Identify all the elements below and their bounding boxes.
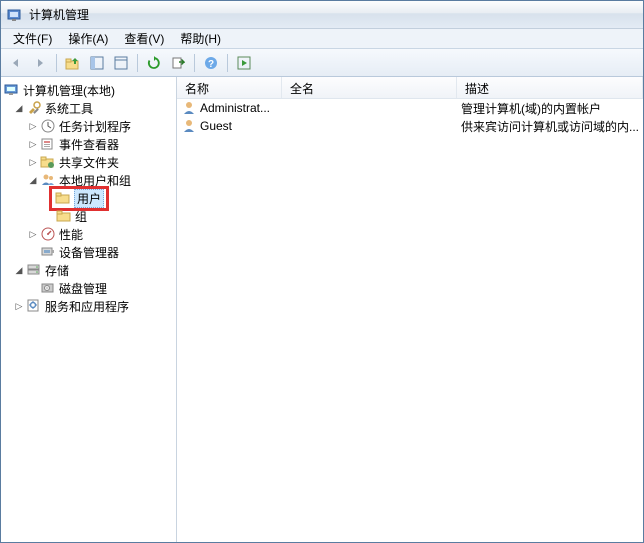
export-button[interactable] [167, 52, 189, 74]
tree-label: 存储 [45, 262, 69, 279]
tree-label: 服务和应用程序 [45, 298, 129, 315]
computer-management-window: 计算机管理 文件(F) 操作(A) 查看(V) 帮助(H) ? [0, 0, 644, 543]
disk-icon [40, 280, 56, 296]
menu-help[interactable]: 帮助(H) [172, 28, 229, 49]
toolbar-separator [194, 54, 195, 72]
list-row[interactable]: Guest 供来宾访问计算机或访问域的内... [177, 117, 643, 135]
body: 计算机管理(本地) ◢ 系统工具 ▷ [1, 77, 643, 542]
up-button[interactable] [62, 52, 84, 74]
collapse-icon[interactable]: ◢ [13, 264, 25, 276]
tree-task-scheduler[interactable]: ▷ 任务计划程序 [1, 117, 176, 135]
menu-file[interactable]: 文件(F) [5, 28, 60, 49]
app-icon [7, 7, 23, 23]
shared-folder-icon [40, 154, 56, 170]
tree-label: 共享文件夹 [59, 154, 119, 171]
toolbar-separator [227, 54, 228, 72]
cell-name: Administrat... [200, 101, 270, 115]
tree-label: 组 [75, 208, 87, 225]
column-fullname[interactable]: 全名 [282, 77, 457, 98]
folder-icon [56, 208, 72, 224]
tree-root[interactable]: 计算机管理(本地) [1, 81, 176, 99]
tree-label: 用户 [74, 189, 104, 208]
storage-icon [26, 262, 42, 278]
tree-performance[interactable]: ▷ 性能 [1, 225, 176, 243]
expand-icon[interactable]: ▷ [27, 228, 39, 240]
back-button[interactable] [5, 52, 27, 74]
menu-action[interactable]: 操作(A) [60, 28, 116, 49]
cell-desc: 供来宾访问计算机或访问域的内... [461, 118, 639, 135]
forward-button[interactable] [29, 52, 51, 74]
tree-shared-folders[interactable]: ▷ 共享文件夹 [1, 153, 176, 171]
expand-icon[interactable]: ▷ [27, 138, 39, 150]
list-header: 名称 全名 描述 [177, 77, 643, 99]
tree-storage[interactable]: ◢ 存储 [1, 261, 176, 279]
toolbar-separator [56, 54, 57, 72]
tools-icon [26, 100, 42, 116]
collapse-icon[interactable]: ◢ [13, 102, 25, 114]
refresh-button[interactable] [143, 52, 165, 74]
collapse-icon[interactable]: ◢ [27, 174, 39, 186]
tree-event-viewer[interactable]: ▷ 事件查看器 [1, 135, 176, 153]
user-icon [181, 118, 197, 134]
action-button[interactable] [233, 52, 255, 74]
expand-icon[interactable]: ▷ [27, 120, 39, 132]
tree-pane[interactable]: 计算机管理(本地) ◢ 系统工具 ▷ [1, 77, 177, 542]
titlebar: 计算机管理 [1, 1, 643, 29]
computer-icon [4, 82, 20, 98]
tree-label: 性能 [59, 226, 83, 243]
expand-icon[interactable]: ▷ [13, 300, 25, 312]
list-body[interactable]: Administrat... 管理计算机(域)的内置帐户 Guest 供来宾访问… [177, 99, 643, 542]
show-hide-tree-button[interactable] [86, 52, 108, 74]
list-pane: 名称 全名 描述 Administrat... 管理计算机(域)的内置帐户 G [177, 77, 643, 542]
clock-icon [40, 118, 56, 134]
tree-label: 磁盘管理 [59, 280, 107, 297]
cell-desc: 管理计算机(域)的内置帐户 [461, 100, 601, 117]
tree-label: 事件查看器 [59, 136, 119, 153]
cell-name: Guest [200, 119, 232, 133]
tree-services-apps[interactable]: ▷ 服务和应用程序 [1, 297, 176, 315]
menu-view[interactable]: 查看(V) [116, 28, 172, 49]
toolbar: ? [1, 49, 643, 77]
tree-label: 系统工具 [45, 100, 93, 117]
list-row[interactable]: Administrat... 管理计算机(域)的内置帐户 [177, 99, 643, 117]
tree-label: 计算机管理(本地) [23, 82, 115, 99]
user-icon [181, 100, 197, 116]
menubar: 文件(F) 操作(A) 查看(V) 帮助(H) [1, 29, 643, 49]
expand-icon[interactable]: ▷ [27, 156, 39, 168]
tree-label: 任务计划程序 [59, 118, 131, 135]
tree-disk-management[interactable]: 磁盘管理 [1, 279, 176, 297]
column-description[interactable]: 描述 [457, 77, 643, 98]
window-title: 计算机管理 [29, 6, 89, 23]
tree-users[interactable]: 用户 [1, 189, 176, 207]
folder-icon [55, 190, 71, 206]
services-icon [26, 298, 42, 314]
help-button[interactable]: ? [200, 52, 222, 74]
tree-system-tools[interactable]: ◢ 系统工具 [1, 99, 176, 117]
column-name[interactable]: 名称 [177, 77, 282, 98]
event-icon [40, 136, 56, 152]
properties-button[interactable] [110, 52, 132, 74]
performance-icon [40, 226, 56, 242]
toolbar-separator [137, 54, 138, 72]
tree-device-manager[interactable]: 设备管理器 [1, 243, 176, 261]
tree-label: 设备管理器 [59, 244, 119, 261]
device-icon [40, 244, 56, 260]
svg-text:?: ? [208, 59, 214, 70]
